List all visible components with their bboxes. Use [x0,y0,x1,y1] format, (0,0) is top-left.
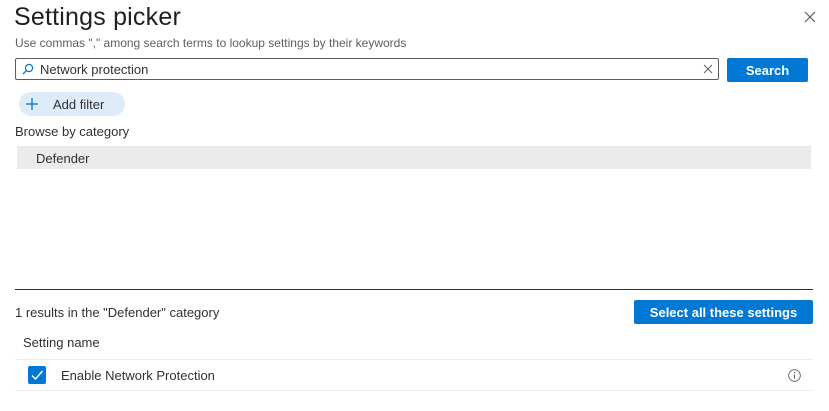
add-filter-button[interactable]: Add filter [19,92,125,116]
table-row-divider [15,359,813,360]
search-icon [22,63,34,75]
column-header-setting-name: Setting name [23,335,100,350]
info-icon[interactable] [788,369,801,382]
category-item-defender[interactable]: Defender [17,146,811,169]
search-button[interactable]: Search [727,58,808,82]
table-row-divider [15,390,813,391]
browse-by-category-label: Browse by category [15,124,130,139]
settings-picker-panel: Settings picker Use commas "," among sea… [0,0,829,411]
add-filter-label: Add filter [53,97,105,112]
search-input[interactable] [40,60,690,78]
close-icon [804,11,816,23]
category-label: Defender [36,151,90,166]
clear-icon[interactable] [703,64,713,74]
search-box [15,58,719,80]
page-title: Settings picker [14,3,181,31]
page-subtitle: Use commas "," among search terms to loo… [15,36,407,50]
setting-checkbox[interactable] [28,366,46,384]
setting-name: Enable Network Protection [61,368,215,383]
close-button[interactable] [800,7,820,27]
table-row: Enable Network Protection [15,361,813,390]
select-all-settings-button[interactable]: Select all these settings [634,300,813,324]
plus-icon [26,98,38,110]
results-summary: 1 results in the "Defender" category [15,305,220,320]
section-divider [15,289,813,290]
checkmark-icon [31,370,44,381]
